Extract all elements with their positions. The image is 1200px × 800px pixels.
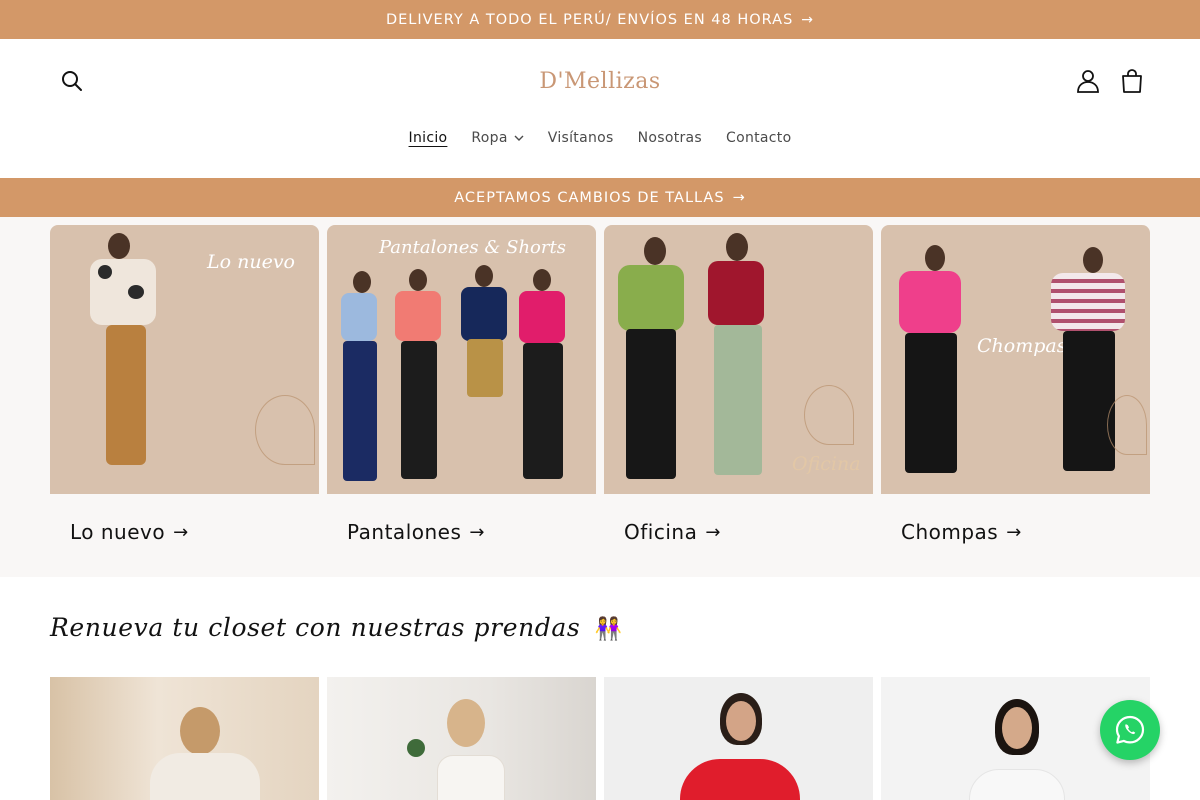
collection-image-text: Pantalones & Shorts: [379, 237, 566, 258]
collection-link[interactable]: Chompas →: [881, 520, 1150, 544]
product-card[interactable]: [327, 677, 596, 800]
collection-label: Chompas: [901, 520, 999, 544]
nav-item-visitanos[interactable]: Visítanos: [536, 127, 626, 149]
shopping-bag-icon[interactable]: [1119, 68, 1145, 94]
product-card[interactable]: [50, 677, 319, 800]
user-icon[interactable]: [1075, 68, 1101, 94]
collection-image[interactable]: Chompas: [881, 225, 1150, 494]
section-title-text: Renueva tu closet con nuestras prendas: [50, 613, 581, 642]
announcement-bar[interactable]: DELIVERY A TODO EL PERÚ/ ENVÍOS EN 48 HO…: [0, 0, 1200, 39]
women-holding-hands-emoji: 👭: [594, 617, 623, 642]
chevron-down-icon: [514, 135, 524, 141]
nav-item-label: Inicio: [408, 130, 448, 146]
collections-section: Lo nuevo Lo nuevo → Pantalones & Shorts: [0, 217, 1200, 577]
product-card[interactable]: [604, 677, 873, 800]
collection-card-chompas[interactable]: Chompas Chompas →: [881, 225, 1150, 544]
collection-link[interactable]: Lo nuevo →: [50, 520, 319, 544]
nav-item-nosotras[interactable]: Nosotras: [626, 127, 714, 149]
collection-link[interactable]: Pantalones →: [327, 520, 596, 544]
arrow-right-icon: →: [1006, 521, 1022, 543]
collection-label: Lo nuevo: [70, 520, 166, 544]
announcement-bar-secondary[interactable]: ACEPTAMOS CAMBIOS DE TALLAS →: [0, 178, 1200, 217]
collection-link[interactable]: Oficina →: [604, 520, 873, 544]
collection-label: Oficina: [624, 520, 698, 544]
section-title: Renueva tu closet con nuestras prendas 👭: [50, 613, 623, 642]
collection-card-oficina[interactable]: Oficina Oficina →: [604, 225, 873, 544]
collection-image-text: Lo nuevo: [207, 251, 295, 273]
site-logo[interactable]: D'Mellizas: [539, 61, 660, 101]
whatsapp-icon: [1115, 715, 1145, 744]
nav-item-label: Ropa: [471, 130, 508, 146]
site-header: D'Mellizas Inicio Ropa Visítanos Nosotra…: [0, 39, 1200, 178]
collection-label: Pantalones: [347, 520, 462, 544]
search-icon[interactable]: [58, 67, 86, 95]
nav-item-label: Nosotras: [637, 130, 703, 146]
nav-item-inicio[interactable]: Inicio: [397, 127, 460, 149]
collection-card-pantalones[interactable]: Pantalones & Shorts Pantalones →: [327, 225, 596, 544]
announcement-text: DELIVERY A TODO EL PERÚ/ ENVÍOS EN 48 HO…: [385, 11, 794, 28]
arrow-right-icon: →: [173, 521, 189, 543]
collection-image-text: Chompas: [977, 335, 1067, 357]
arrow-right-icon: →: [732, 189, 746, 206]
arrow-right-icon: →: [801, 11, 815, 28]
nav-item-ropa[interactable]: Ropa: [459, 127, 535, 149]
whatsapp-button[interactable]: [1100, 700, 1160, 760]
nav-item-label: Contacto: [726, 130, 792, 146]
arrow-right-icon: →: [705, 521, 721, 543]
collection-image[interactable]: Oficina: [604, 225, 873, 494]
collection-card-lo-nuevo[interactable]: Lo nuevo Lo nuevo →: [50, 225, 319, 544]
products-section: Renueva tu closet con nuestras prendas 👭: [0, 577, 1200, 800]
collection-image[interactable]: Lo nuevo: [50, 225, 319, 494]
arrow-right-icon: →: [469, 521, 485, 543]
nav-item-contacto[interactable]: Contacto: [714, 127, 803, 149]
main-navigation: Inicio Ropa Visítanos Nosotras Contacto: [0, 127, 1200, 149]
nav-item-label: Visítanos: [547, 130, 614, 146]
announcement-text: ACEPTAMOS CAMBIOS DE TALLAS: [454, 189, 725, 206]
collection-image-text: Oficina: [792, 453, 861, 475]
collection-image[interactable]: Pantalones & Shorts: [327, 225, 596, 494]
product-grid: [50, 677, 1150, 800]
